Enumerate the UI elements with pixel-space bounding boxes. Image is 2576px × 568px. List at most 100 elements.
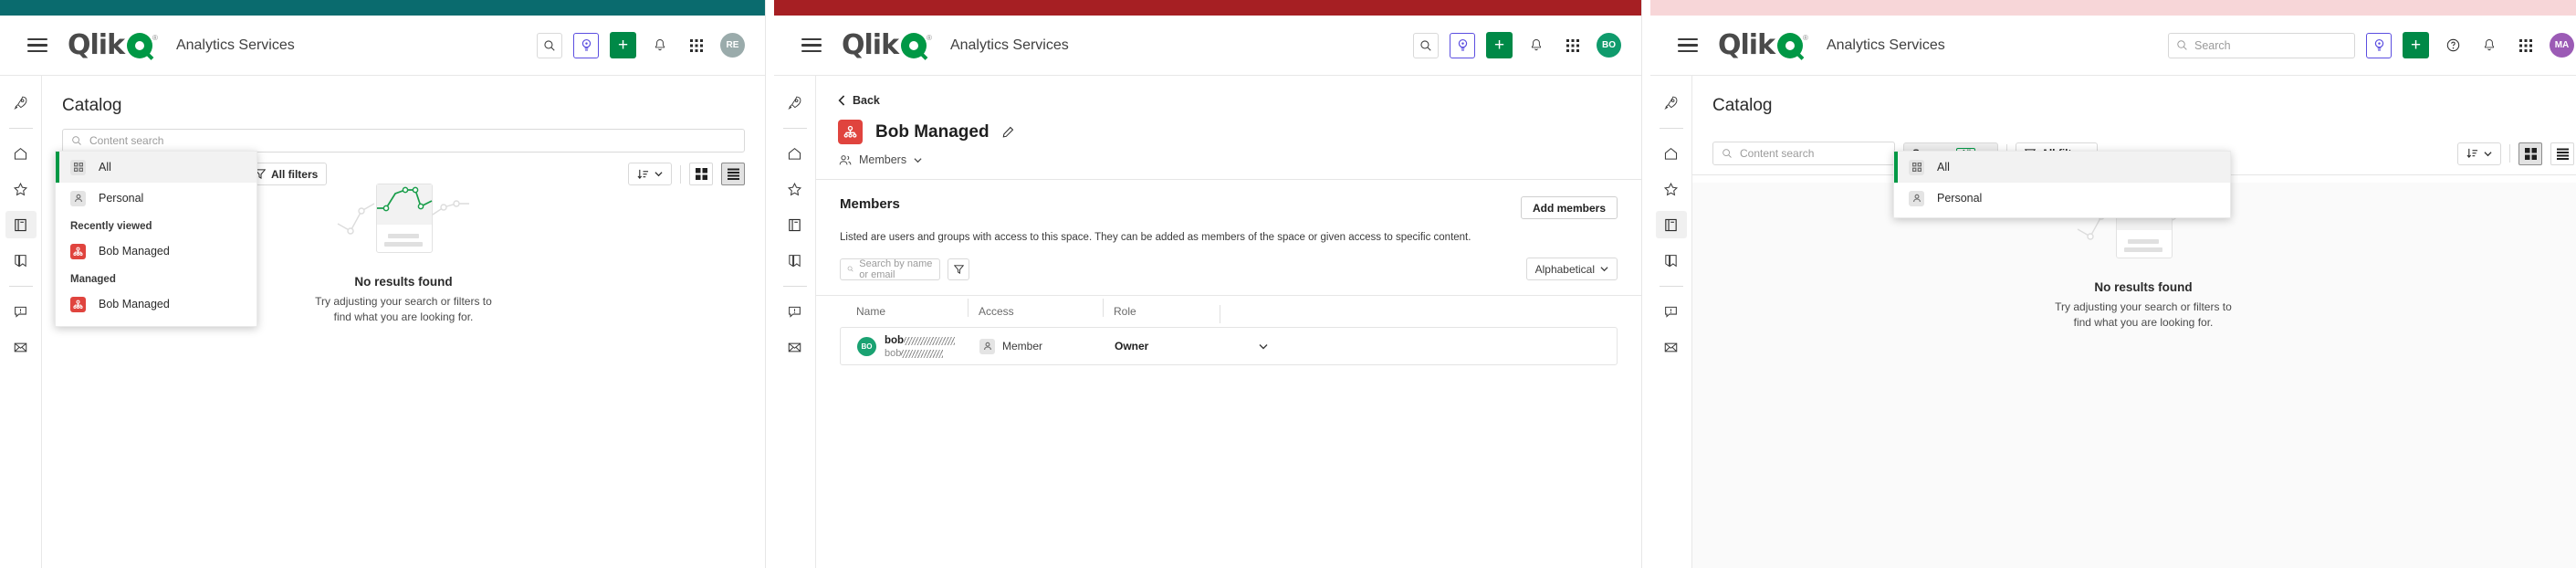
sidebar-item-favorites[interactable] xyxy=(5,175,37,203)
grid-icon xyxy=(70,159,86,175)
shared-space-icon xyxy=(70,296,86,312)
person-icon xyxy=(70,190,86,206)
rail-divider xyxy=(1659,128,1683,129)
panel-gap-2 xyxy=(1641,0,1650,568)
sort-button[interactable] xyxy=(628,163,672,185)
space-name: Bob Managed xyxy=(875,121,990,142)
user-avatar[interactable]: MA xyxy=(2550,33,2574,58)
app-launcher-grid-icon[interactable] xyxy=(684,32,709,58)
hamburger-menu-icon[interactable] xyxy=(1678,37,1698,53)
left-nav-rail xyxy=(0,76,42,568)
page-title: Catalog xyxy=(62,96,122,115)
view-controls xyxy=(2457,142,2574,165)
name-block: bob bob xyxy=(885,333,956,359)
spaces-dropdown-item-all[interactable]: All xyxy=(56,152,257,183)
notifications-bell-icon[interactable] xyxy=(1524,32,1549,58)
help-icon[interactable] xyxy=(2440,32,2466,58)
members-section-header: Members Add members xyxy=(840,196,1618,219)
chevron-down-icon xyxy=(914,157,922,163)
spaces-dropdown-group-title: Recently viewed xyxy=(70,221,152,232)
sidebar-item-home[interactable] xyxy=(780,140,811,167)
sidebar-item-home[interactable] xyxy=(5,140,37,167)
search-icon-button[interactable] xyxy=(1413,32,1439,58)
user-avatar[interactable]: BO xyxy=(1597,33,1621,58)
spaces-dropdown-item-personal[interactable]: Personal xyxy=(56,183,257,214)
sidebar-item-catalog[interactable] xyxy=(1655,211,1687,238)
sidebar-item-mail[interactable] xyxy=(1656,333,1687,361)
sidebar-item-bookmarks[interactable] xyxy=(5,247,37,274)
alphabetical-sort-button[interactable]: Alphabetical xyxy=(1525,258,1618,281)
table-row[interactable]: BO bob bob Member Owner xyxy=(840,327,1618,366)
qlik-q-icon xyxy=(901,32,927,58)
cell-access: Member xyxy=(979,338,1115,354)
sidebar-item-notes[interactable] xyxy=(780,298,811,325)
rail-divider-2 xyxy=(8,286,33,287)
members-search-row: Search by name or email Alphabetical xyxy=(840,258,1618,281)
members-icon xyxy=(839,154,852,164)
content-search-input[interactable]: Content search xyxy=(62,129,745,153)
sidebar-item-home[interactable] xyxy=(1656,140,1687,167)
sidebar-item-bookmarks[interactable] xyxy=(780,247,811,274)
content-search-placeholder: Content search xyxy=(1740,147,1815,160)
hamburger-menu-icon[interactable] xyxy=(801,37,822,53)
sidebar-item-bookmarks[interactable] xyxy=(1656,247,1687,274)
catalog-content: Catalog Content search Spaces All Types xyxy=(42,76,765,568)
sidebar-item-mail[interactable] xyxy=(5,333,37,361)
header-actions: Search + MA xyxy=(2168,32,2574,58)
search-icon-button[interactable] xyxy=(537,32,562,58)
add-members-button[interactable]: Add members xyxy=(1520,196,1618,219)
user-avatar[interactable]: RE xyxy=(720,33,745,58)
sidebar-item-favorites[interactable] xyxy=(1656,175,1687,203)
sidebar-item-notes[interactable] xyxy=(5,298,37,325)
cell-actions[interactable] xyxy=(1231,343,1295,350)
insight-advisor-icon-button[interactable] xyxy=(1450,32,1475,58)
add-new-button[interactable]: + xyxy=(1486,32,1513,58)
sidebar-item-favorites[interactable] xyxy=(780,175,811,203)
content-search-input[interactable]: Content search xyxy=(1712,142,1895,165)
access-value: Member xyxy=(1002,340,1043,353)
redacted-email xyxy=(901,349,944,358)
grid-view-button[interactable] xyxy=(689,163,713,185)
avatar: BO xyxy=(857,336,876,356)
all-filters-button[interactable]: All filters xyxy=(245,163,328,185)
sidebar-item-catalog[interactable] xyxy=(5,211,37,238)
sidebar-item-catalog[interactable] xyxy=(780,211,811,238)
list-view-button[interactable] xyxy=(721,163,745,185)
global-search-input[interactable]: Search xyxy=(2168,32,2355,58)
add-new-button[interactable]: + xyxy=(610,32,636,58)
spaces-dropdown-item-all[interactable]: All xyxy=(1894,152,2230,183)
back-link[interactable]: Back xyxy=(816,76,1641,107)
members-filter-button[interactable] xyxy=(948,258,969,280)
spaces-dropdown-label: All xyxy=(99,161,111,174)
table-header-row: Name Access Role xyxy=(840,296,1618,327)
list-view-button[interactable] xyxy=(2550,142,2574,165)
empty-state-line-1 xyxy=(2128,239,2159,244)
insight-advisor-icon-button[interactable] xyxy=(2366,32,2392,58)
catalog-content: Catalog Content search Spaces All xyxy=(1692,76,2576,568)
sidebar-item-notes[interactable] xyxy=(1656,298,1687,325)
members-tab[interactable]: Members xyxy=(816,144,1641,179)
qlik-logo: Qlik ® xyxy=(842,31,932,59)
spaces-dropdown-label: All xyxy=(1937,161,1950,174)
app-launcher-grid-icon[interactable] xyxy=(2513,32,2539,58)
edit-space-icon[interactable] xyxy=(1002,126,1014,138)
sidebar-item-rocket[interactable] xyxy=(1656,89,1687,116)
spaces-dropdown-item-personal[interactable]: Personal xyxy=(1894,183,2230,214)
notifications-bell-icon[interactable] xyxy=(647,32,673,58)
view-divider xyxy=(2509,144,2510,163)
sort-button[interactable] xyxy=(2457,142,2501,165)
spaces-dropdown-item-bob-managed-recent[interactable]: Bob Managed xyxy=(56,236,257,267)
spaces-dropdown-item-bob-managed[interactable]: Bob Managed xyxy=(56,289,257,320)
panel-middle: Qlik ® Analytics Services + BO Back Bob … xyxy=(774,0,1641,568)
sidebar-item-mail[interactable] xyxy=(780,333,811,361)
insight-advisor-icon-button[interactable] xyxy=(573,32,599,58)
sidebar-item-rocket[interactable] xyxy=(5,89,37,116)
grid-view-button[interactable] xyxy=(2518,142,2542,165)
members-search-input[interactable]: Search by name or email xyxy=(840,258,940,280)
hamburger-menu-icon[interactable] xyxy=(27,37,47,53)
add-new-button[interactable]: + xyxy=(2403,32,2429,58)
notifications-bell-icon[interactable] xyxy=(2477,32,2502,58)
rail-divider-2 xyxy=(1659,286,1683,287)
app-launcher-grid-icon[interactable] xyxy=(1560,32,1586,58)
sidebar-item-rocket[interactable] xyxy=(780,89,811,116)
